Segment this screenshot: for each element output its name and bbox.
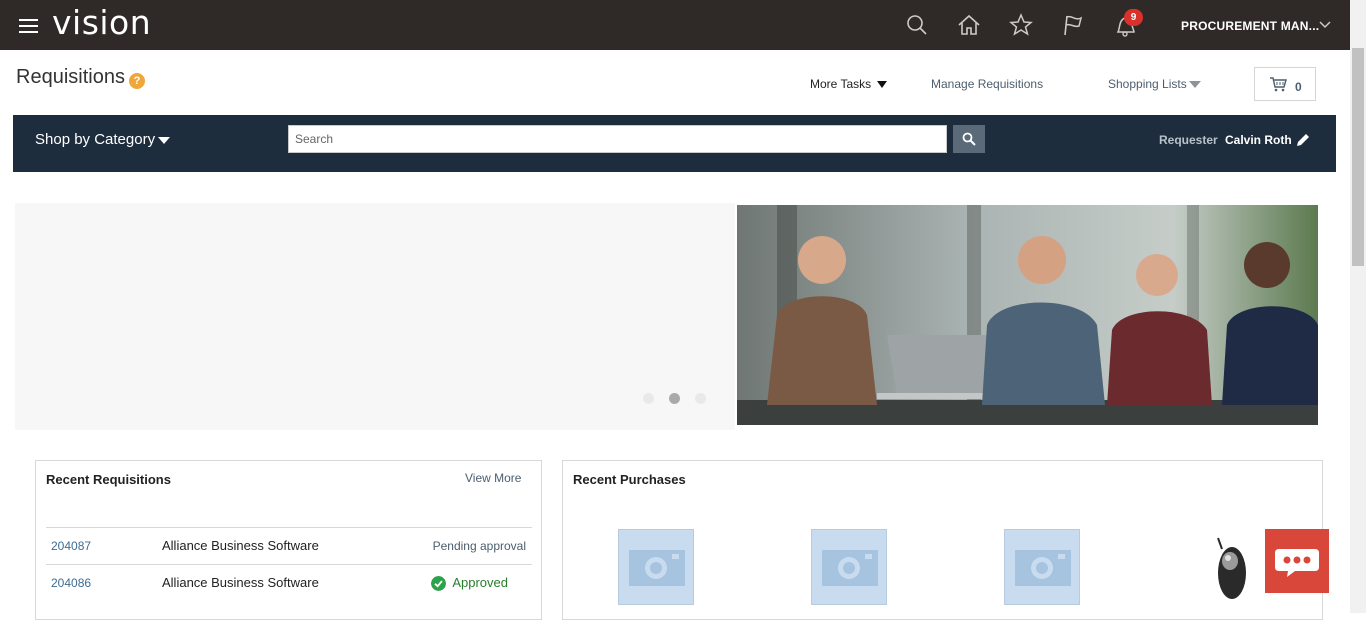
purchase-item-thumbnail[interactable]: [1004, 529, 1080, 605]
camera-placeholder-icon: [629, 550, 685, 586]
carousel-dot[interactable]: [643, 393, 654, 404]
camera-placeholder-icon: [822, 550, 878, 586]
carousel-dot[interactable]: [695, 393, 706, 404]
global-header: vision 9 PROCUREMENT MAN...: [0, 0, 1350, 50]
requester-label: Requester: [1159, 133, 1218, 147]
shop-bar: Shop by Category Requester Calvin Roth: [13, 115, 1336, 172]
purchase-item-thumbnail[interactable]: [618, 529, 694, 605]
notification-badge[interactable]: 9: [1124, 9, 1143, 26]
caret-down-icon[interactable]: [1189, 81, 1201, 88]
requisition-number-link[interactable]: 204086: [51, 576, 91, 590]
shopping-lists-menu[interactable]: Shopping Lists: [1108, 77, 1187, 91]
user-menu[interactable]: PROCUREMENT MAN...: [1181, 19, 1319, 33]
search-input[interactable]: [288, 125, 947, 153]
chat-icon: [1275, 549, 1319, 577]
flag-icon[interactable]: [1060, 12, 1086, 38]
app-logo[interactable]: vision: [52, 3, 151, 42]
page-title: Requisitions: [16, 66, 125, 88]
requisition-description: Alliance Business Software: [162, 538, 319, 553]
home-icon[interactable]: [956, 12, 982, 38]
banner-image: [737, 205, 1318, 425]
check-circle-icon: [431, 576, 446, 591]
carousel-dot-active[interactable]: [669, 393, 680, 404]
requisition-status[interactable]: Approved: [452, 575, 508, 590]
purchase-item-thumbnail[interactable]: [811, 529, 887, 605]
help-icon[interactable]: ?: [129, 73, 145, 89]
requester-name: Calvin Roth: [1225, 133, 1292, 147]
table-row: 204087 Alliance Business Software Pendin…: [46, 527, 532, 564]
caret-down-icon[interactable]: [158, 137, 170, 144]
requisition-status[interactable]: Pending approval: [433, 539, 526, 553]
hamburger-menu-icon[interactable]: [19, 19, 38, 33]
cart-button[interactable]: 0: [1254, 67, 1316, 101]
manage-requisitions-link[interactable]: Manage Requisitions: [931, 77, 1043, 91]
banner-carousel: [15, 203, 735, 430]
chevron-down-icon[interactable]: [1319, 20, 1331, 30]
camera-placeholder-icon: [1015, 550, 1071, 586]
cart-count: 0: [1295, 80, 1302, 94]
search-button[interactable]: [953, 125, 985, 153]
caret-down-icon[interactable]: [877, 81, 887, 88]
panel-title: Recent Requisitions: [46, 472, 171, 487]
scrollbar-thumb[interactable]: [1352, 48, 1364, 266]
panel-title: Recent Purchases: [573, 472, 686, 487]
pencil-icon[interactable]: [1294, 131, 1312, 149]
shop-by-category-menu[interactable]: Shop by Category: [35, 131, 155, 148]
recent-requisitions-panel: Recent Requisitions View More 204087 All…: [35, 460, 542, 620]
cart-icon: [1270, 77, 1287, 92]
chat-button[interactable]: [1265, 529, 1329, 593]
requisition-description: Alliance Business Software: [162, 575, 319, 590]
search-icon[interactable]: [904, 12, 930, 38]
requisitions-table: 204087 Alliance Business Software Pendin…: [46, 527, 532, 601]
requisition-number-link[interactable]: 204087: [51, 539, 91, 553]
more-tasks-menu[interactable]: More Tasks: [810, 77, 871, 91]
magnifier-icon: [962, 132, 976, 146]
star-icon[interactable]: [1008, 12, 1034, 38]
mouse-illustration: [1217, 537, 1246, 599]
view-more-link[interactable]: View More: [465, 471, 521, 485]
table-row: 204086 Alliance Business Software Approv…: [46, 564, 532, 601]
